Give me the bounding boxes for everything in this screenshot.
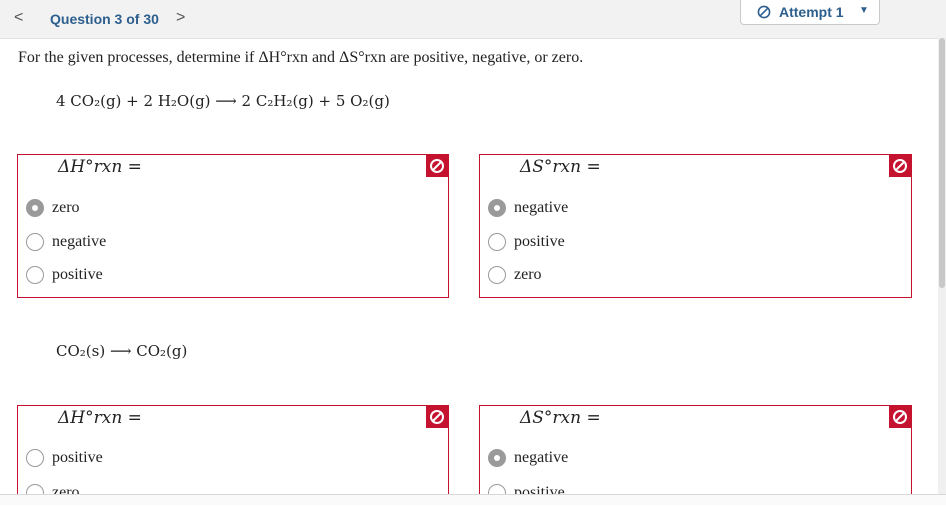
delta-s-label: ΔS°rxn = xyxy=(520,408,601,428)
delta-s-answer-box-1: ΔS°rxn = negative positive zero xyxy=(479,154,912,298)
no-entry-circle-icon xyxy=(893,410,907,424)
radio-button[interactable] xyxy=(26,233,44,251)
attempt-dropdown[interactable]: Attempt 1 ▼ xyxy=(740,0,880,25)
option-label: zero xyxy=(52,199,80,216)
option-label: zero xyxy=(514,266,542,283)
question-header: < Question 3 of 30 > Attempt 1 ▼ xyxy=(0,0,946,39)
option-label: positive xyxy=(52,266,103,283)
delta-h-answer-box-2: ΔH°rxn = positive zero xyxy=(17,405,449,505)
radio-button-selected[interactable] xyxy=(26,199,44,217)
incorrect-badge xyxy=(889,155,911,177)
incorrect-badge xyxy=(889,406,911,428)
radio-button[interactable] xyxy=(488,266,506,284)
delta-h-label: ΔH°rxn = xyxy=(58,408,142,428)
radio-button[interactable] xyxy=(26,449,44,467)
delta-h-answer-box-1: ΔH°rxn = zero negative positive xyxy=(17,154,449,298)
footer-strip xyxy=(0,495,946,505)
option-label: negative xyxy=(514,199,569,216)
reaction-equation-2: CO₂(s) ⟶ CO₂(g) xyxy=(56,342,188,360)
option-label: positive xyxy=(514,233,565,250)
attempt-label: Attempt 1 xyxy=(779,4,844,20)
delta-h-label: ΔH°rxn = xyxy=(58,157,142,177)
incorrect-badge xyxy=(426,155,448,177)
no-entry-circle-icon xyxy=(757,5,771,19)
radio-button[interactable] xyxy=(26,266,44,284)
incorrect-badge xyxy=(426,406,448,428)
radio-button[interactable] xyxy=(488,233,506,251)
reaction-equation-1: 4 CO₂(g) + 2 H₂O(g) ⟶ 2 C₂H₂(g) + 5 O₂(g… xyxy=(56,92,390,110)
option-label: positive xyxy=(52,449,103,466)
delta-s-label: ΔS°rxn = xyxy=(520,157,601,177)
delta-s-answer-box-2: ΔS°rxn = negative positive xyxy=(479,405,912,505)
question-prompt: For the given processes, determine if ΔH… xyxy=(18,49,584,66)
scrollbar-thumb[interactable] xyxy=(939,38,945,288)
question-counter: Question 3 of 30 xyxy=(50,11,159,27)
radio-button-selected[interactable] xyxy=(488,199,506,217)
no-entry-circle-icon xyxy=(430,410,444,424)
next-question-button[interactable]: > xyxy=(176,9,185,27)
radio-button-selected[interactable] xyxy=(488,449,506,467)
option-label: negative xyxy=(514,449,569,466)
no-entry-circle-icon xyxy=(893,159,907,173)
no-entry-circle-icon xyxy=(430,159,444,173)
chevron-down-icon: ▼ xyxy=(859,5,869,16)
scrollbar[interactable] xyxy=(938,38,946,505)
option-label: negative xyxy=(52,233,107,250)
previous-question-button[interactable]: < xyxy=(14,9,23,27)
